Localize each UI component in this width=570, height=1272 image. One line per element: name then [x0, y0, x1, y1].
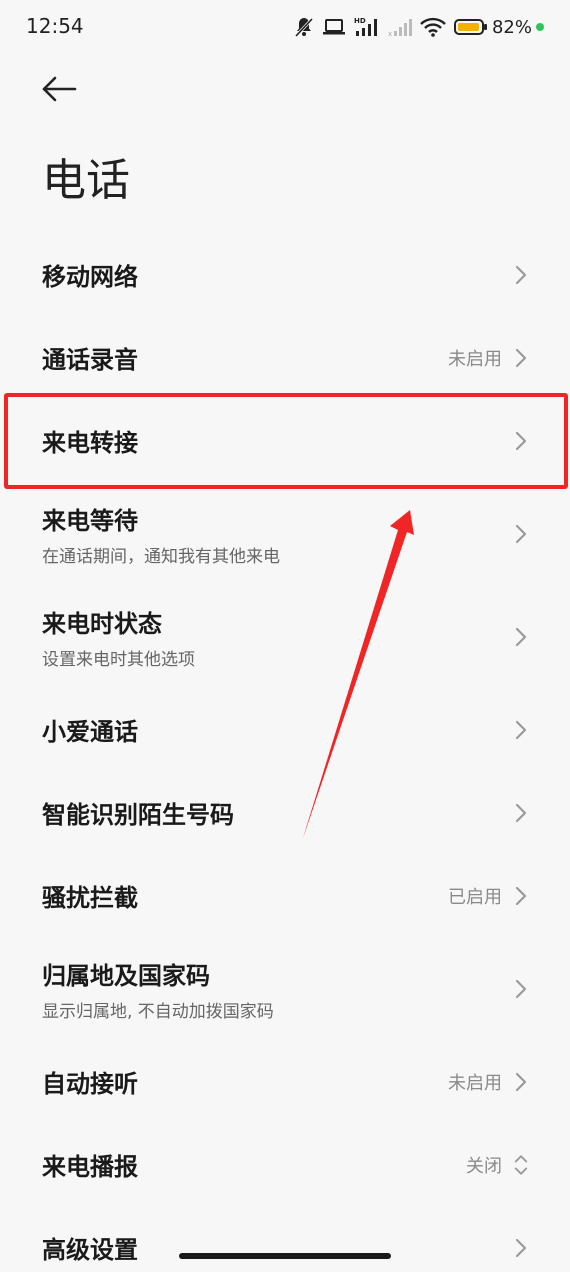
row-title: 移动网络	[42, 263, 138, 291]
row-spam-block[interactable]: 骚扰拦截 已启用	[0, 854, 570, 937]
charging-dot	[536, 23, 544, 31]
row-call-waiting[interactable]: 来电等待 在通话期间，通知我有其他来电	[0, 482, 570, 585]
chevron-right-icon	[514, 430, 528, 452]
laptop-icon	[322, 17, 346, 37]
row-location-country-code[interactable]: 归属地及国家码 显示归属地, 不自动加拨国家码	[0, 937, 570, 1040]
chevron-right-icon	[514, 719, 528, 741]
settings-list: 移动网络 通话录音 未启用 来电转接 来电等待 在通话期间，通知我有其他来电 来…	[0, 233, 570, 1272]
page-title: 电话	[42, 155, 130, 206]
row-value: 已启用	[448, 886, 502, 908]
row-title: 来电时状态	[42, 609, 162, 638]
row-title: 智能识别陌生号码	[42, 801, 234, 829]
signal-icon: x	[388, 16, 412, 38]
row-value: 未启用	[448, 348, 502, 370]
row-smart-caller-id[interactable]: 智能识别陌生号码	[0, 771, 570, 854]
chevron-right-icon	[514, 1237, 528, 1259]
row-mobile-network[interactable]: 移动网络	[0, 233, 570, 316]
wifi-icon	[420, 17, 446, 37]
svg-text:x: x	[388, 30, 392, 38]
battery-icon	[453, 17, 488, 37]
battery-percent: 82%	[491, 16, 532, 38]
chevron-right-icon	[514, 802, 528, 824]
row-title: 骚扰拦截	[42, 884, 138, 912]
row-subtitle: 显示归属地, 不自动加拨国家码	[42, 1001, 274, 1022]
status-icons: HD x 82%	[294, 14, 544, 40]
chevron-right-icon	[514, 523, 528, 545]
mute-icon	[294, 16, 314, 38]
chevron-up-down-icon	[514, 1154, 528, 1176]
hd-signal-icon: HD	[354, 16, 380, 38]
row-subtitle: 在通话期间，通知我有其他来电	[42, 546, 280, 567]
row-title: 来电播报	[42, 1153, 138, 1181]
home-indicator[interactable]	[179, 1253, 391, 1259]
row-incoming-call-status[interactable]: 来电时状态 设置来电时其他选项	[0, 585, 570, 688]
row-title: 小爱通话	[42, 718, 138, 746]
status-bar: 12:54 HD x 82%	[0, 0, 570, 54]
status-time: 12:54	[26, 14, 84, 38]
back-button[interactable]	[38, 72, 80, 110]
row-title: 自动接听	[42, 1070, 138, 1098]
chevron-right-icon	[514, 885, 528, 907]
row-call-forwarding[interactable]: 来电转接	[0, 399, 570, 482]
row-title: 通话录音	[42, 346, 138, 374]
chevron-right-icon	[514, 626, 528, 648]
row-call-recording[interactable]: 通话录音 未启用	[0, 316, 570, 399]
chevron-right-icon	[514, 347, 528, 369]
row-title: 来电转接	[42, 429, 138, 457]
row-value: 关闭	[466, 1155, 502, 1177]
chevron-right-icon	[514, 978, 528, 1000]
row-title: 来电等待	[42, 506, 138, 535]
chevron-right-icon	[514, 264, 528, 286]
chevron-right-icon	[514, 1071, 528, 1093]
back-arrow-icon	[41, 76, 77, 106]
row-xiaoai-call[interactable]: 小爱通话	[0, 688, 570, 771]
row-auto-answer[interactable]: 自动接听 未启用	[0, 1040, 570, 1123]
row-title: 高级设置	[42, 1236, 138, 1264]
row-value: 未启用	[448, 1072, 502, 1094]
row-caller-announcement[interactable]: 来电播报 关闭	[0, 1123, 570, 1206]
row-subtitle: 设置来电时其他选项	[42, 649, 195, 670]
svg-text:HD: HD	[354, 17, 366, 25]
row-advanced-settings[interactable]: 高级设置	[0, 1206, 570, 1272]
row-title: 归属地及国家码	[42, 961, 210, 990]
